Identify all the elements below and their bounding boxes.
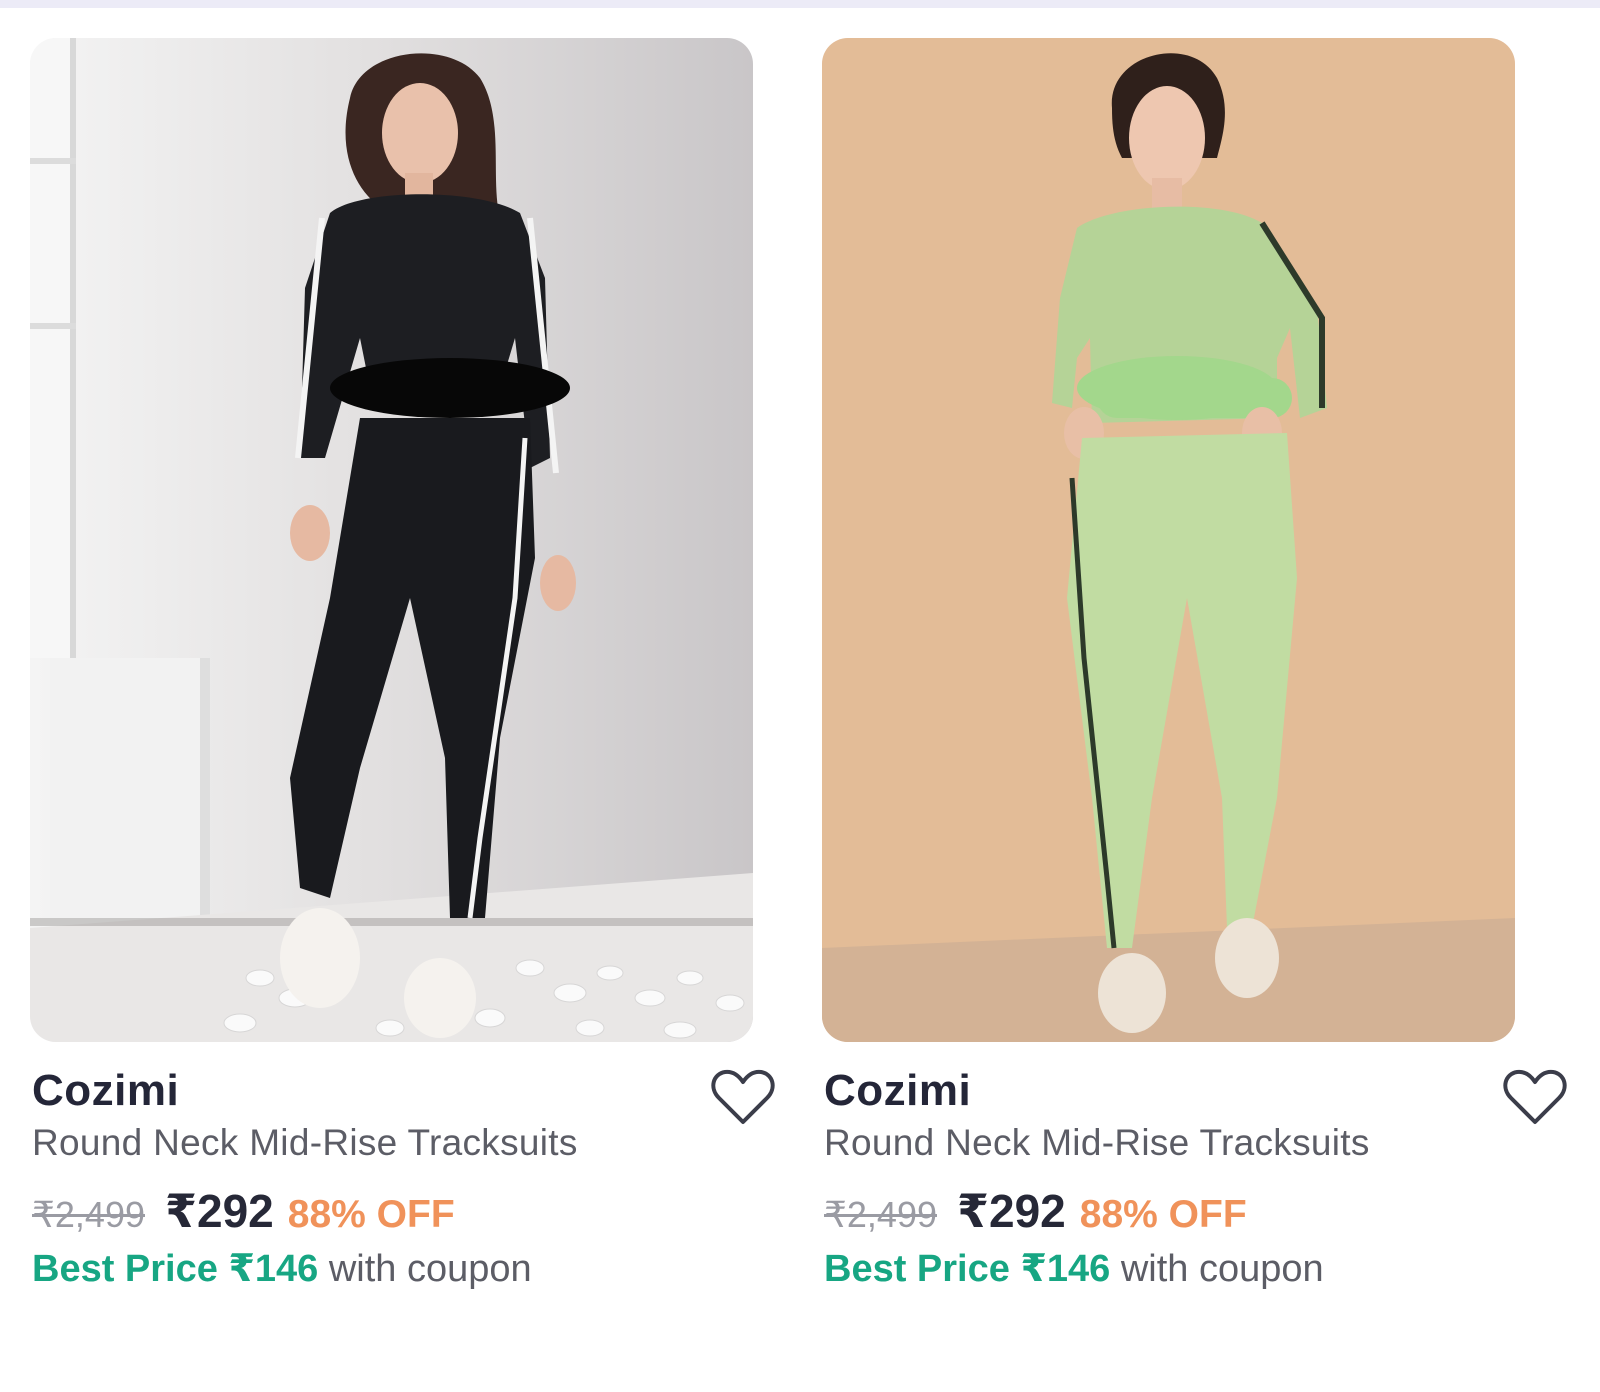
discount-badge: 88% OFF [1079, 1193, 1247, 1236]
product-image[interactable] [30, 38, 753, 1042]
top-strip [0, 0, 1600, 8]
product-card[interactable]: Cozimi Round Neck Mid-Rise Tracksuits ₹2… [822, 38, 1567, 1298]
heart-outline-icon [711, 1069, 775, 1124]
heart-outline-icon [1503, 1069, 1567, 1124]
discount-badge: 88% OFF [287, 1193, 455, 1236]
product-photo-green-tracksuit [822, 38, 1515, 1042]
wishlist-heart-icon[interactable] [710, 1068, 776, 1128]
product-image[interactable] [822, 38, 1515, 1042]
brand-name[interactable]: Cozimi [32, 1066, 179, 1116]
original-price: ₹2,499 [32, 1194, 145, 1235]
product-title[interactable]: Round Neck Mid-Rise Tracksuits [32, 1122, 578, 1164]
price-row: ₹2,499 ₹292 88% OFF [32, 1184, 455, 1238]
product-card[interactable]: Cozimi Round Neck Mid-Rise Tracksuits ₹2… [30, 38, 775, 1298]
price-row: ₹2,499 ₹292 88% OFF [824, 1184, 1247, 1238]
wishlist-heart-icon[interactable] [1502, 1068, 1568, 1128]
best-price-row: Best Price ₹146 with coupon [32, 1246, 532, 1291]
best-price-suffix: with coupon [318, 1248, 532, 1290]
best-price-suffix: with coupon [1110, 1248, 1324, 1290]
product-title[interactable]: Round Neck Mid-Rise Tracksuits [824, 1122, 1370, 1164]
best-price-label: Best Price ₹146 [824, 1248, 1111, 1290]
sale-price: ₹292 [165, 1185, 274, 1237]
product-photo-black-tracksuit [30, 38, 753, 1042]
best-price-row: Best Price ₹146 with coupon [824, 1246, 1324, 1291]
original-price: ₹2,499 [824, 1194, 937, 1235]
brand-name[interactable]: Cozimi [824, 1066, 971, 1116]
sale-price: ₹292 [957, 1185, 1066, 1237]
best-price-label: Best Price ₹146 [32, 1248, 319, 1290]
